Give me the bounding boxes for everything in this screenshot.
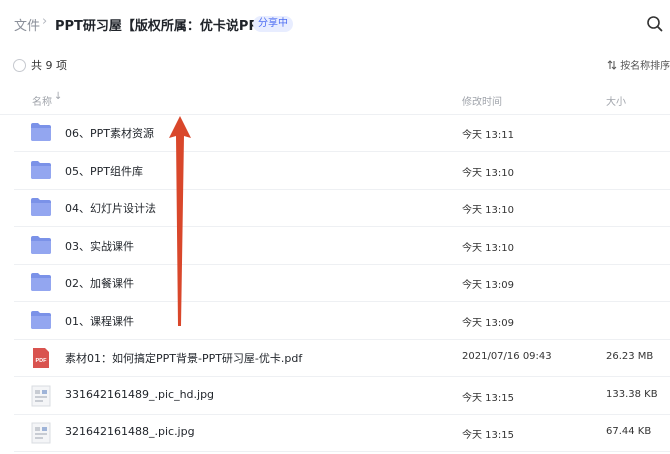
file-modified-time: 今天 13:15 (462, 430, 514, 441)
folder-icon (30, 272, 52, 292)
file-modified-time: 今天 13:11 (462, 130, 514, 141)
file-modified-time: 今天 13:15 (462, 392, 514, 404)
file-modified-time: 今天 13:10 (462, 242, 514, 254)
sort-arrows-icon (607, 60, 617, 70)
folder-icon (30, 235, 52, 255)
image-thumbnail-icon (30, 422, 52, 444)
file-size: 26.23 MB (606, 351, 654, 362)
red-up-arrow-annotation (169, 116, 191, 326)
svg-text:PDF: PDF (36, 358, 48, 364)
file-modified-time: 今天 13:09 (462, 317, 514, 329)
item-count: 共 9 项 (31, 59, 67, 72)
image-thumbnail-icon (30, 385, 52, 406)
column-size[interactable]: 大小 (606, 93, 626, 108)
column-header: 名称 ↓ 修改时间 大小 (0, 86, 670, 115)
file-row[interactable]: PDF 素材01：如何搞定PPT背景-PPT研习屋-优卡.pdf 2021/07/1… (14, 339, 670, 377)
select-all-checkbox[interactable] (13, 59, 26, 72)
file-name[interactable]: 03、实战课件 (65, 238, 134, 254)
breadcrumb-separator: › (42, 14, 48, 29)
file-row[interactable]: 04、幻灯片设计法 今天 13:10 (14, 189, 670, 227)
file-modified-time: 2021/07/16 09:43 (462, 351, 552, 362)
file-modified-time: 今天 13:10 (462, 205, 514, 216)
file-modified-time: 今天 13:10 (462, 167, 514, 179)
file-name[interactable]: 04、幻灯片设计法 (65, 200, 156, 216)
file-size: 67.44 KB (606, 426, 652, 437)
folder-icon (30, 310, 52, 330)
breadcrumb-root[interactable]: 文件 (14, 15, 40, 34)
file-name[interactable]: 331642161489_.pic_hd.jpg (65, 388, 214, 401)
file-name[interactable]: 06、PPT素材资源 (65, 125, 154, 141)
file-row[interactable]: 02、加餐课件 今天 13:09 (14, 264, 670, 302)
sort-down-arrow-icon: ↓ (54, 91, 63, 102)
pdf-file-icon: PDF (30, 347, 52, 368)
folder-icon (30, 197, 52, 217)
file-name[interactable]: 01、课程课件 (65, 313, 134, 329)
column-name[interactable]: 名称 (32, 93, 52, 108)
sort-label: 按名称排序 (620, 61, 670, 72)
file-row[interactable]: 06、PPT素材资源 今天 13:11 (14, 114, 670, 152)
file-row[interactable]: 331642161489_.pic_hd.jpg 今天 13:15 133.38 K… (14, 377, 670, 415)
page-title: PPT研习屋【版权所属：优卡说PPT】 (55, 19, 280, 34)
list-toolbar: 共 9 项 按名称排序 (0, 52, 670, 80)
share-status-badge: 分享中 (253, 16, 293, 32)
file-row[interactable]: 05、PPT组件库 今天 13:10 (14, 152, 670, 190)
file-row[interactable]: 03、实战课件 今天 13:10 (14, 227, 670, 265)
search-icon[interactable] (645, 14, 665, 34)
folder-icon (30, 122, 52, 142)
file-modified-time: 今天 13:09 (462, 280, 514, 291)
file-name[interactable]: 321642161488_.pic.jpg (65, 425, 195, 438)
file-size: 133.38 KB (606, 388, 658, 400)
column-modified-time[interactable]: 修改时间 (462, 93, 502, 108)
file-name[interactable]: 02、加餐课件 (65, 275, 134, 291)
top-bar: 文件 › PPT研习屋【版权所属：优卡说PPT】 分享中 (0, 0, 670, 50)
file-name[interactable]: 05、PPT组件库 (65, 163, 143, 179)
file-row[interactable]: 01、课程课件 今天 13:09 (14, 302, 670, 340)
sort-button[interactable]: 按名称排序 (607, 57, 670, 72)
file-name[interactable]: 素材01：如何搞定PPT背景-PPT研习屋-优卡.pdf (65, 350, 302, 366)
file-row[interactable]: 321642161488_.pic.jpg 今天 13:15 67.44 KB (14, 414, 670, 452)
folder-icon (30, 160, 52, 180)
